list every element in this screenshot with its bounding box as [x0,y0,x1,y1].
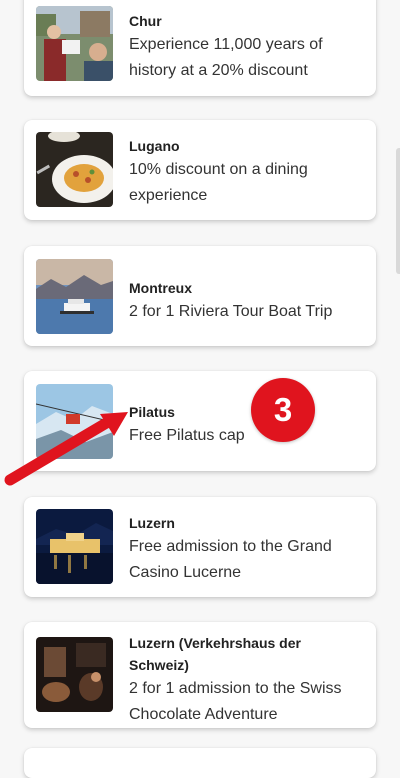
offer-city: Luzern [129,515,175,531]
offer-description: Experience 11,000 years of history at a … [129,36,323,79]
scroll-edge-indicator [396,148,400,274]
offer-city: Montreux [129,280,192,296]
offer-description: Free admission to the Grand Casino Lucer… [129,538,332,581]
offer-city: Lugano [129,138,180,154]
offer-city: Chur [129,13,162,29]
offer-card-chur[interactable]: Chur Experience 11,000 years of history … [24,0,376,96]
offer-card-luzern-casino[interactable]: Luzern Free admission to the Grand Casin… [24,497,376,597]
chur-photo-thumbnail [36,6,113,81]
offer-city: Luzern (Verkehrshaus der Schweiz) [129,635,301,673]
offer-city: Pilatus [129,404,175,420]
offer-card-verkehrshaus[interactable]: Luzern (Verkehrshaus der Schweiz) 2 for … [24,622,376,728]
lugano-photo-thumbnail [36,132,113,207]
offer-description: 10% discount on a dining experience [129,161,308,204]
red-arrow-annotation [4,412,128,486]
offer-description: 2 for 1 admission to the Swiss Chocolate… [129,680,342,723]
luzern-casino-photo-thumbnail [36,509,113,584]
offer-description: Free Pilatus cap [129,427,245,444]
offer-card-next[interactable] [24,748,376,778]
montreux-photo-thumbnail [36,259,113,334]
offer-description: 2 for 1 Riviera Tour Boat Trip [129,303,333,320]
offers-list: Chur Experience 11,000 years of history … [0,0,400,778]
offer-card-lugano[interactable]: Lugano 10% discount on a dining experien… [24,120,376,220]
chocolate-adventure-photo-thumbnail [36,637,113,712]
step-number-badge: 3 [251,378,315,442]
offer-card-montreux[interactable]: Montreux 2 for 1 Riviera Tour Boat Trip [24,246,376,346]
